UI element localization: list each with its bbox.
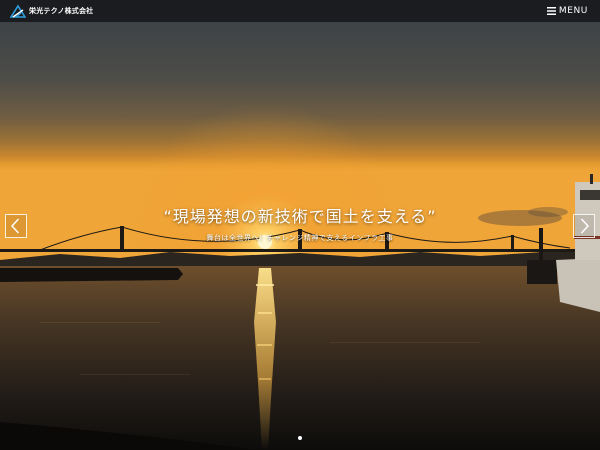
hero-copy: “現場発想の新技術で国土を支える” 舞台は全世界へ！チャレンジ精神で支えるインフ… <box>0 203 600 243</box>
slider-pagination <box>0 436 600 440</box>
company-logo[interactable]: 栄光テクノ株式会社 <box>10 4 93 18</box>
site-header: 栄光テクノ株式会社 MENU <box>0 0 600 22</box>
next-slide-button[interactable] <box>573 214 595 238</box>
hero-subtitle: 舞台は全世界へ！チャレンジ精神で支えるインフラ工事 <box>206 234 394 242</box>
menu-button[interactable]: MENU <box>546 4 588 18</box>
chevron-right-icon <box>580 218 590 234</box>
company-logo-mark-icon <box>10 4 26 18</box>
page: 栄光テクノ株式会社 MENU “現場発想の新技術で国土を支える” 舞台は全世界へ… <box>0 0 600 450</box>
chevron-left-icon <box>10 218 20 234</box>
prev-slide-button[interactable] <box>5 214 27 238</box>
menu-label: MENU <box>558 6 588 16</box>
hero-title: “現場発想の新技術で国土を支える” <box>163 207 437 226</box>
company-name: 栄光テクノ株式会社 <box>29 7 94 15</box>
hamburger-icon <box>546 7 556 15</box>
slider-dot-active[interactable] <box>298 436 302 440</box>
hero-slider: “現場発想の新技術で国土を支える” 舞台は全世界へ！チャレンジ精神で支えるインフ… <box>0 22 600 450</box>
